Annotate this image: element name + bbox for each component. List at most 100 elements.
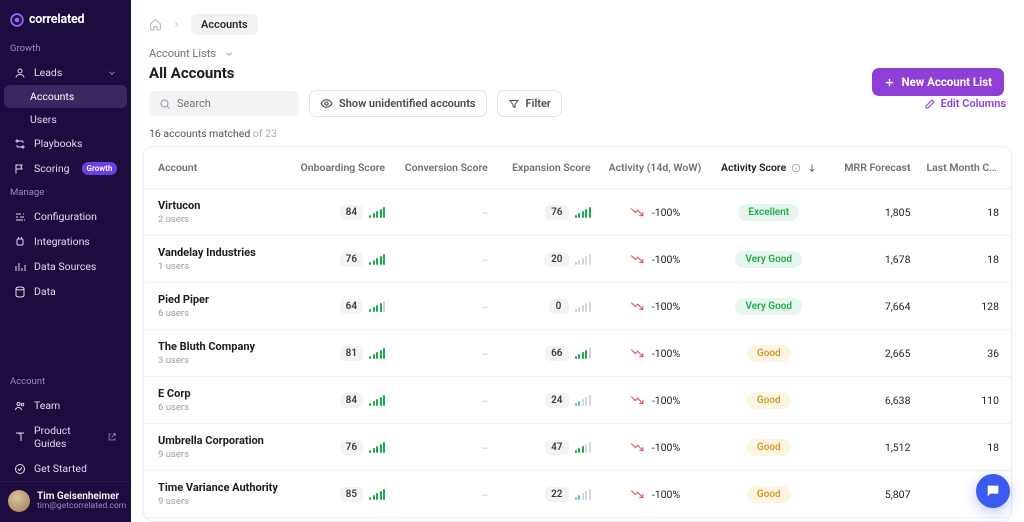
sort-desc-icon <box>807 163 817 173</box>
breadcrumb: Accounts <box>131 0 1024 41</box>
sliders-icon <box>14 211 26 223</box>
table-row[interactable]: Pied Piper 6 users 64 -- 0 -100% Very Go… <box>144 283 1011 330</box>
main: Accounts Account Lists All Accounts New … <box>131 0 1024 522</box>
sidebar-item-get-started[interactable]: Get Started <box>4 456 127 481</box>
brand-name: correlated <box>29 12 84 27</box>
sidebar-item-label: Data <box>34 285 56 298</box>
button-label: Show unidentified accounts <box>339 97 476 110</box>
breadcrumb-current[interactable]: Accounts <box>191 14 258 35</box>
col-last-month-credits[interactable]: Last Month Credits … <box>918 147 1011 189</box>
col-conversion[interactable]: Conversion Score <box>393 147 496 189</box>
expansion-score: 22 <box>504 487 591 502</box>
signal-bars-icon <box>369 395 385 406</box>
expansion-score: 0 <box>504 299 591 314</box>
button-label: Filter <box>526 97 551 110</box>
table-row[interactable]: The Bluth Company 3 users 81 -- 66 -100%… <box>144 330 1011 377</box>
signal-bars-icon <box>575 254 591 265</box>
sidebar-item-playbooks[interactable]: Playbooks <box>4 131 127 156</box>
flag-icon <box>14 163 26 175</box>
book-icon <box>14 431 26 443</box>
mrr-forecast: 1,805 <box>826 189 918 236</box>
col-onboarding[interactable]: Onboarding Score <box>290 147 393 189</box>
sidebar-item-leads[interactable]: Leads <box>4 60 127 85</box>
col-account[interactable]: Account <box>144 147 290 189</box>
col-mrr[interactable]: MRR Forecast <box>826 147 918 189</box>
conversion-score: -- <box>482 253 488 266</box>
table-row[interactable]: Umbrella Corporation 9 users 76 -- 47 -1… <box>144 424 1011 471</box>
onboarding-score: 84 <box>298 205 385 220</box>
sidebar-item-integrations[interactable]: Integrations <box>4 229 127 254</box>
last-month-credits: 18 <box>918 189 1011 236</box>
sidebar-subitem-accounts[interactable]: Accounts <box>4 85 127 108</box>
search-icon <box>159 98 171 110</box>
logo-icon <box>10 13 24 27</box>
sidebar-group-growth: Growth <box>0 37 131 60</box>
table-row[interactable]: Virtucon 2 users 84 -- 76 -100% Excellen… <box>144 189 1011 236</box>
sidebar-item-datasources[interactable]: Data Sources <box>4 254 127 279</box>
trend-down-icon <box>630 442 644 452</box>
home-icon[interactable] <box>149 18 162 31</box>
onboarding-score: 84 <box>298 393 385 408</box>
new-account-list-button[interactable]: New Account List <box>872 68 1004 96</box>
edit-columns-button[interactable]: Edit Columns <box>924 97 1006 110</box>
signal-bars-icon <box>369 254 385 265</box>
signal-bars-icon <box>575 301 591 312</box>
external-link-icon <box>107 432 117 442</box>
check-circle-icon <box>14 463 26 475</box>
search-input[interactable] <box>149 91 299 116</box>
account-name: The Bluth Company <box>158 340 282 353</box>
sidebar-group-manage: Manage <box>0 181 131 204</box>
account-name: Umbrella Corporation <box>158 434 282 447</box>
sidebar-item-team[interactable]: Team <box>4 393 127 418</box>
sidebar-item-data[interactable]: Data <box>4 279 127 304</box>
signal-bars-icon <box>369 301 385 312</box>
show-unidentified-button[interactable]: Show unidentified accounts <box>309 90 487 117</box>
filter-button[interactable]: Filter <box>497 90 562 117</box>
account-lists-link[interactable]: Account Lists <box>149 47 216 60</box>
button-label: New Account List <box>901 75 992 89</box>
activity-score-badge: Very Good <box>735 298 802 315</box>
sidebar-item-product-guides[interactable]: Product Guides <box>4 418 127 456</box>
col-activity-score[interactable]: Activity Score <box>712 147 827 189</box>
mrr-forecast: 5,807 <box>826 471 918 518</box>
onboarding-score: 64 <box>298 299 385 314</box>
trend-down-icon <box>630 395 644 405</box>
bars-icon <box>14 261 26 273</box>
sidebar-group-account: Account <box>0 370 131 393</box>
account-users: 9 users <box>158 496 282 507</box>
col-expansion[interactable]: Expansion Score <box>496 147 599 189</box>
route-icon <box>14 138 26 150</box>
activity-score-badge: Excellent <box>738 204 799 221</box>
sidebar-item-label: Team <box>34 399 60 412</box>
account-users: 6 users <box>158 402 282 413</box>
search-field[interactable] <box>177 97 289 110</box>
chevron-down-icon[interactable] <box>224 49 234 59</box>
table-row[interactable]: Vandelay Industries 1 users 76 -- 20 -10… <box>144 236 1011 283</box>
account-name: Vandelay Industries <box>158 246 282 259</box>
chat-icon <box>985 483 1001 499</box>
table-header-row: Account Onboarding Score Conversion Scor… <box>144 147 1011 189</box>
mrr-forecast: 1,512 <box>826 424 918 471</box>
onboarding-score: 76 <box>298 252 385 267</box>
conversion-score: -- <box>482 206 488 219</box>
activity-wow: -100% <box>607 206 704 219</box>
sidebar-item-label: Integrations <box>34 235 90 248</box>
table-row[interactable]: Time Variance Authority 9 users 85 -- 22… <box>144 471 1011 518</box>
mrr-forecast: 6,638 <box>826 377 918 424</box>
plus-icon <box>884 77 895 88</box>
signal-bars-icon <box>369 442 385 453</box>
intercom-launcher[interactable] <box>976 474 1010 508</box>
sidebar-item-label: Scoring <box>34 162 70 175</box>
sidebar-item-configuration[interactable]: Configuration <box>4 204 127 229</box>
sidebar-subitem-users[interactable]: Users <box>4 108 127 131</box>
activity-score-badge: Very Good <box>735 251 802 268</box>
account-name: Time Variance Authority <box>158 481 282 494</box>
activity-wow: -100% <box>607 441 704 454</box>
user-profile[interactable]: Tim Geisenheimer tim@getcorrelated.com <box>0 481 131 522</box>
sidebar-item-scoring[interactable]: Scoring Growth <box>4 156 127 181</box>
table-row[interactable]: E Corp 6 users 84 -- 24 -100% Good 6,638… <box>144 377 1011 424</box>
brand-logo[interactable]: correlated <box>0 0 131 37</box>
plug-icon <box>14 236 26 248</box>
signal-bars-icon <box>369 207 385 218</box>
col-activity-14d[interactable]: Activity (14d, WoW) <box>599 147 712 189</box>
